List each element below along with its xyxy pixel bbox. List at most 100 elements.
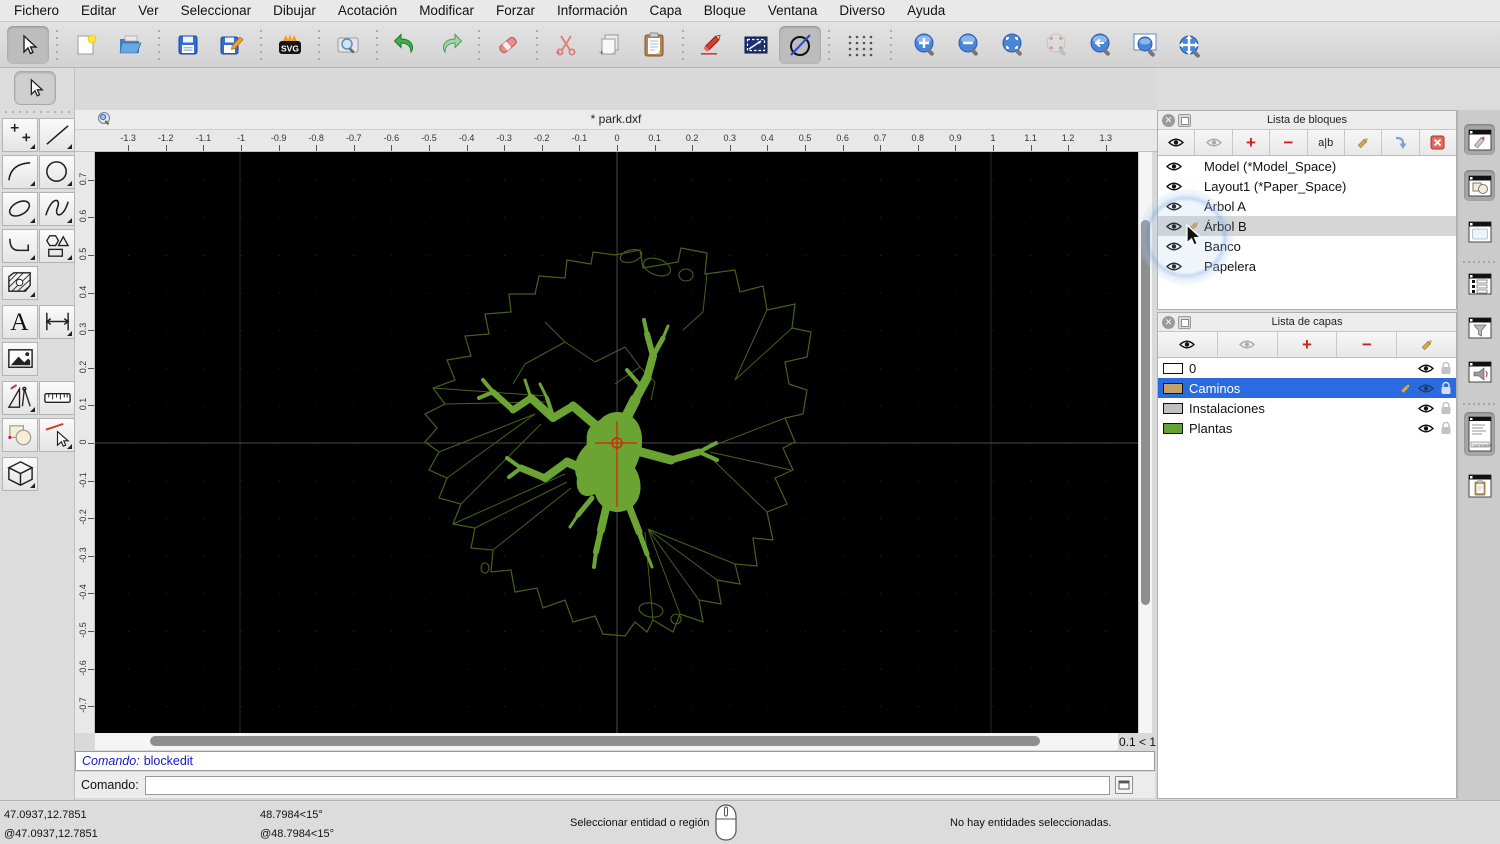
- menu-capa[interactable]: Capa: [650, 3, 682, 18]
- dock-command-line-toggle[interactable]: command: [1464, 412, 1495, 456]
- block-row[interactable]: Papelera: [1158, 256, 1456, 276]
- menu-dibujar[interactable]: Dibujar: [273, 3, 316, 18]
- canvas-vertical-scrollbar[interactable]: [1138, 152, 1152, 733]
- layer-edit-button[interactable]: [1397, 332, 1456, 357]
- spline-tool-button[interactable]: [39, 192, 75, 226]
- dock-entity-list-toggle[interactable]: [1464, 268, 1495, 299]
- palette-select-tool-button[interactable]: [14, 71, 56, 105]
- block-insert-button[interactable]: [1382, 130, 1420, 155]
- menu-ver[interactable]: Ver: [138, 3, 158, 18]
- layer-add-button[interactable]: +: [1278, 332, 1338, 357]
- canvas-horizontal-scrollbar[interactable]: [95, 733, 1118, 750]
- block-visibility-toggle[interactable]: [1166, 201, 1182, 212]
- save-button[interactable]: [167, 26, 209, 64]
- zoom-auto-button[interactable]: [993, 26, 1035, 64]
- block-visibility-toggle[interactable]: [1166, 181, 1182, 192]
- measure-tool-button[interactable]: [39, 381, 75, 415]
- redo-button[interactable]: [429, 26, 471, 64]
- modify-tool-button[interactable]: [2, 418, 38, 452]
- zoom-out-button[interactable]: [949, 26, 991, 64]
- arc-tool-button[interactable]: [2, 155, 38, 189]
- layer-lock-toggle[interactable]: [1440, 401, 1452, 415]
- delete-entity-tool-button[interactable]: [39, 418, 75, 452]
- detach-icon[interactable]: [1178, 316, 1191, 329]
- block-rename-button[interactable]: a|b: [1308, 130, 1345, 155]
- layer-lock-toggle[interactable]: [1440, 381, 1452, 395]
- layer-color-swatch[interactable]: [1163, 422, 1183, 434]
- dock-library-toggle[interactable]: [1464, 170, 1495, 201]
- dock-empty-window-toggle[interactable]: [1464, 216, 1495, 247]
- layer-lock-toggle[interactable]: [1440, 361, 1452, 375]
- dock-filter-toggle[interactable]: [1464, 312, 1495, 343]
- polyline-tool-button[interactable]: [2, 229, 38, 263]
- open-file-button[interactable]: [109, 26, 151, 64]
- line-tool-button[interactable]: [39, 118, 75, 152]
- grid-toggle-button[interactable]: [837, 26, 883, 64]
- block-row[interactable]: Layout1 (*Paper_Space): [1158, 176, 1456, 196]
- snap-restriction-button[interactable]: [735, 26, 777, 64]
- layer-row[interactable]: Instalaciones: [1158, 398, 1456, 418]
- layer-visibility-toggle[interactable]: [1418, 423, 1434, 434]
- image-tool-button[interactable]: [2, 342, 38, 376]
- layer-row[interactable]: Plantas: [1158, 418, 1456, 438]
- zoom-in-button[interactable]: [905, 26, 947, 64]
- layer-color-swatch[interactable]: [1163, 402, 1183, 414]
- shapes-tool-button[interactable]: [39, 229, 75, 263]
- block-edit-button[interactable]: [1345, 130, 1383, 155]
- menu-información[interactable]: Información: [557, 3, 628, 18]
- zoom-selection-button[interactable]: [1037, 26, 1079, 64]
- paste-button[interactable]: [633, 26, 675, 64]
- layer-hide-all-button[interactable]: [1218, 332, 1278, 357]
- delete-button[interactable]: [487, 26, 529, 64]
- pan-button[interactable]: [1169, 26, 1211, 64]
- menu-ventana[interactable]: Ventana: [768, 3, 818, 18]
- edit-entity-button[interactable]: [691, 26, 733, 64]
- scrollbar-thumb[interactable]: [150, 736, 1040, 746]
- detach-icon[interactable]: [1178, 114, 1191, 127]
- hatch-tool-button[interactable]: [2, 266, 38, 300]
- dock-command-requester-toggle[interactable]: [1464, 356, 1495, 387]
- text-tool-button[interactable]: A: [2, 305, 38, 339]
- select-tool-button[interactable]: [7, 25, 49, 64]
- block-hide-all-button[interactable]: [1195, 130, 1233, 155]
- block-row[interactable]: Árbol B: [1158, 216, 1456, 236]
- command-input[interactable]: [144, 775, 1110, 795]
- print-preview-button[interactable]: [327, 26, 369, 64]
- layer-show-all-button[interactable]: [1158, 332, 1218, 357]
- cut-button[interactable]: +: [545, 26, 587, 64]
- menu-bloque[interactable]: Bloque: [704, 3, 746, 18]
- menu-editar[interactable]: Editar: [81, 3, 116, 18]
- layer-color-swatch[interactable]: [1163, 382, 1183, 394]
- drawing-canvas[interactable]: [95, 152, 1138, 733]
- layer-visibility-toggle[interactable]: [1418, 363, 1434, 374]
- block-row[interactable]: Banco: [1158, 236, 1456, 256]
- block-add-button[interactable]: +: [1233, 130, 1271, 155]
- block-tool-button[interactable]: [2, 457, 38, 491]
- menu-ayuda[interactable]: Ayuda: [907, 3, 945, 18]
- close-icon[interactable]: ✕: [1162, 114, 1175, 127]
- circle-tool-button[interactable]: [39, 155, 75, 189]
- draw-tools-tool-button[interactable]: [2, 381, 38, 415]
- close-icon[interactable]: ✕: [1162, 316, 1175, 329]
- block-delete-button[interactable]: [1420, 130, 1456, 155]
- block-remove-button[interactable]: −: [1270, 130, 1308, 155]
- menu-modificar[interactable]: Modificar: [419, 3, 474, 18]
- zoom-window-button[interactable]: [1125, 26, 1167, 64]
- layer-row[interactable]: 0: [1158, 358, 1456, 378]
- save-as-button[interactable]: [211, 26, 253, 64]
- scrollbar-thumb[interactable]: [1141, 220, 1150, 605]
- layer-visibility-toggle[interactable]: [1418, 383, 1434, 394]
- command-toggle-button[interactable]: [1114, 776, 1133, 794]
- undo-button[interactable]: [385, 26, 427, 64]
- layer-lock-toggle[interactable]: [1440, 421, 1452, 435]
- block-visibility-toggle[interactable]: [1166, 161, 1182, 172]
- ellipse-tool-button[interactable]: [2, 192, 38, 226]
- layer-color-swatch[interactable]: [1163, 362, 1183, 374]
- menu-diverso[interactable]: Diverso: [839, 3, 885, 18]
- block-visibility-toggle[interactable]: [1166, 221, 1182, 232]
- layer-visibility-toggle[interactable]: [1418, 403, 1434, 414]
- dimension-tool-button[interactable]: [39, 305, 75, 339]
- dock-block-list-toggle[interactable]: [1464, 124, 1495, 155]
- points-tool-button[interactable]: [2, 118, 38, 152]
- block-visibility-toggle[interactable]: [1166, 241, 1182, 252]
